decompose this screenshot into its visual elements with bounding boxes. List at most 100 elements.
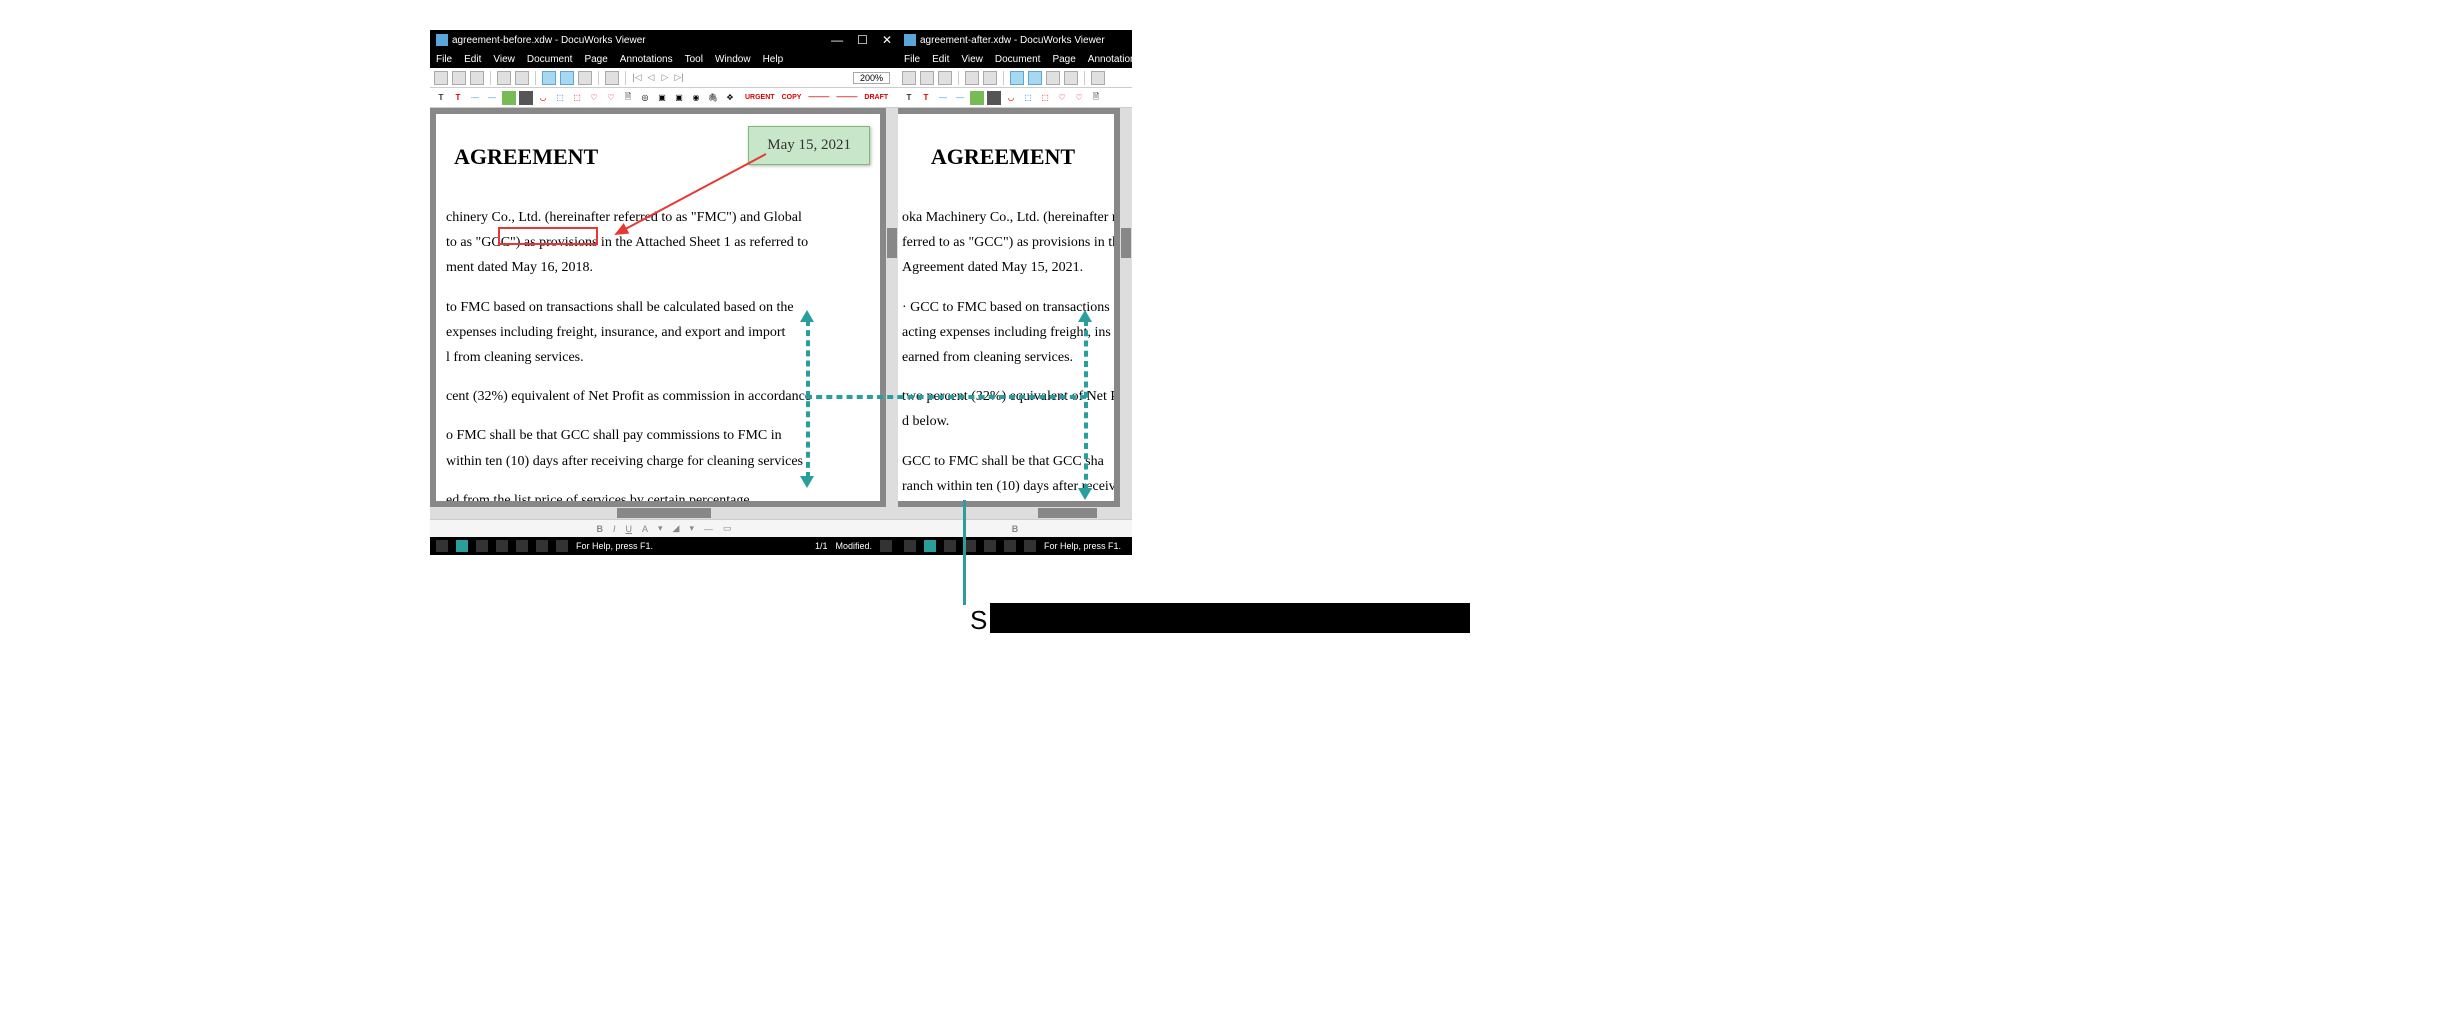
stamp1-icon[interactable]: 🗎 xyxy=(1089,91,1103,105)
first-page-icon[interactable]: |◁ xyxy=(632,73,642,83)
clip-icon[interactable]: 🖇 xyxy=(706,91,720,105)
menu-page[interactable]: Page xyxy=(1052,54,1075,65)
more3-button[interactable]: ▾ xyxy=(687,523,696,534)
text-tool-icon[interactable]: T xyxy=(902,91,916,105)
stamp3-icon[interactable]: ▣ xyxy=(655,91,669,105)
sb-icon-7[interactable] xyxy=(1024,540,1036,552)
mail-icon[interactable] xyxy=(938,71,952,85)
next-page-icon[interactable]: ▷ xyxy=(660,73,670,83)
stamp2-icon[interactable]: ◎ xyxy=(638,91,652,105)
stamp-3[interactable]: ——— xyxy=(806,94,831,101)
sb-icon-3[interactable] xyxy=(476,540,488,552)
minimize-button[interactable]: — xyxy=(831,33,843,47)
menu-document[interactable]: Document xyxy=(995,54,1041,65)
menu-edit[interactable]: Edit xyxy=(932,54,949,65)
more2-button[interactable]: ◢ xyxy=(671,523,682,534)
more1-button[interactable]: ▾ xyxy=(656,523,665,534)
text-tool-icon[interactable]: T xyxy=(434,91,448,105)
shape3-icon[interactable]: ⬚ xyxy=(570,91,584,105)
scrollbar-thumb[interactable] xyxy=(1121,228,1131,258)
stamp4-icon[interactable]: ▣ xyxy=(672,91,686,105)
mail-icon[interactable] xyxy=(470,71,484,85)
line2-tool-icon[interactable]: — xyxy=(485,91,499,105)
stamp1-icon[interactable]: 🗎 xyxy=(621,91,635,105)
vertical-scrollbar[interactable] xyxy=(886,108,898,507)
menu-annotations[interactable]: Annotations xyxy=(1088,54,1132,65)
sb-icon-6[interactable] xyxy=(536,540,548,552)
menu-file[interactable]: File xyxy=(904,54,920,65)
move-icon[interactable]: ✥ xyxy=(723,91,737,105)
zoom-combo[interactable]: 200% xyxy=(853,72,890,84)
shape2-icon[interactable]: ⬚ xyxy=(1021,91,1035,105)
hscroll-thumb[interactable] xyxy=(1038,508,1097,518)
document-page[interactable]: AGREEMENT oka Machinery Co., Ltd. (herei… xyxy=(898,114,1114,501)
sb-icon-7[interactable] xyxy=(556,540,568,552)
stamp-icon[interactable] xyxy=(1064,71,1078,85)
menu-document[interactable]: Document xyxy=(527,54,573,65)
page-icon[interactable] xyxy=(965,71,979,85)
rect-tool-icon[interactable] xyxy=(970,91,984,105)
save-icon[interactable] xyxy=(434,71,448,85)
vertical-scrollbar[interactable] xyxy=(1120,108,1132,507)
heart2-icon[interactable]: ♡ xyxy=(604,91,618,105)
shape2-icon[interactable]: ⬚ xyxy=(553,91,567,105)
hand-icon[interactable] xyxy=(560,71,574,85)
underline-button[interactable]: U xyxy=(624,524,635,534)
heart-icon[interactable]: ♡ xyxy=(587,91,601,105)
line-tool-icon[interactable]: — xyxy=(936,91,950,105)
menu-window[interactable]: Window xyxy=(715,54,751,65)
draft-stamp[interactable]: DRAFT xyxy=(862,94,890,101)
menu-view[interactable]: View xyxy=(493,54,515,65)
shape1-icon[interactable]: ◡ xyxy=(1004,91,1018,105)
menu-page[interactable]: Page xyxy=(584,54,607,65)
menu-tool[interactable]: Tool xyxy=(685,54,703,65)
sb-icon-2[interactable] xyxy=(924,540,936,552)
menu-annotations[interactable]: Annotations xyxy=(620,54,673,65)
font-color-button[interactable]: A xyxy=(640,524,650,534)
italic-button[interactable]: I xyxy=(611,524,618,534)
copy-icon[interactable] xyxy=(983,71,997,85)
zoom-icon[interactable] xyxy=(1091,71,1105,85)
horizontal-scrollbar[interactable] xyxy=(430,507,898,519)
rect-tool-icon[interactable] xyxy=(502,91,516,105)
last-page-icon[interactable]: ▷| xyxy=(674,73,684,83)
sb-icon-3[interactable] xyxy=(944,540,956,552)
shape1-icon[interactable]: ◡ xyxy=(536,91,550,105)
more4-button[interactable]: — xyxy=(702,524,715,534)
urgent-stamp[interactable]: URGENT xyxy=(743,94,777,101)
scrollbar-thumb[interactable] xyxy=(887,228,897,258)
shape3-icon[interactable]: ⬚ xyxy=(1038,91,1052,105)
pointer-icon[interactable] xyxy=(1010,71,1024,85)
titlebar[interactable]: agreement-before.xdw - DocuWorks Viewer … xyxy=(430,30,898,50)
sb-icon-4[interactable] xyxy=(496,540,508,552)
line2-tool-icon[interactable]: — xyxy=(953,91,967,105)
heart-icon[interactable]: ♡ xyxy=(1055,91,1069,105)
sb-icon-2[interactable] xyxy=(456,540,468,552)
sb-icon-1[interactable] xyxy=(904,540,916,552)
sticky-note-annotation[interactable]: May 15, 2021 xyxy=(748,126,870,165)
close-button[interactable]: ✕ xyxy=(882,33,892,47)
horizontal-scrollbar[interactable] xyxy=(898,507,1132,519)
menu-edit[interactable]: Edit xyxy=(464,54,481,65)
resize-grip-icon[interactable] xyxy=(880,540,892,552)
save-icon[interactable] xyxy=(902,71,916,85)
bold-button[interactable]: B xyxy=(594,524,605,534)
sb-icon-5[interactable] xyxy=(516,540,528,552)
prev-page-icon[interactable]: ◁ xyxy=(646,73,656,83)
hand-icon[interactable] xyxy=(1028,71,1042,85)
menu-view[interactable]: View xyxy=(961,54,983,65)
print-icon[interactable] xyxy=(452,71,466,85)
pointer-icon[interactable] xyxy=(542,71,556,85)
heart2-icon[interactable]: ♡ xyxy=(1072,91,1086,105)
titlebar[interactable]: agreement-after.xdw - DocuWorks Viewer xyxy=(898,30,1132,50)
fill-tool-icon[interactable] xyxy=(519,91,533,105)
sb-icon-1[interactable] xyxy=(436,540,448,552)
zoom-icon[interactable] xyxy=(605,71,619,85)
line-tool-icon[interactable]: — xyxy=(468,91,482,105)
sb-icon-5[interactable] xyxy=(984,540,996,552)
more5-button[interactable]: ▭ xyxy=(721,523,734,534)
maximize-button[interactable]: ☐ xyxy=(857,33,868,47)
print-icon[interactable] xyxy=(920,71,934,85)
document-page[interactable]: AGREEMENT chinery Co., Ltd. (hereinafter… xyxy=(436,114,880,501)
fill-tool-icon[interactable] xyxy=(987,91,1001,105)
